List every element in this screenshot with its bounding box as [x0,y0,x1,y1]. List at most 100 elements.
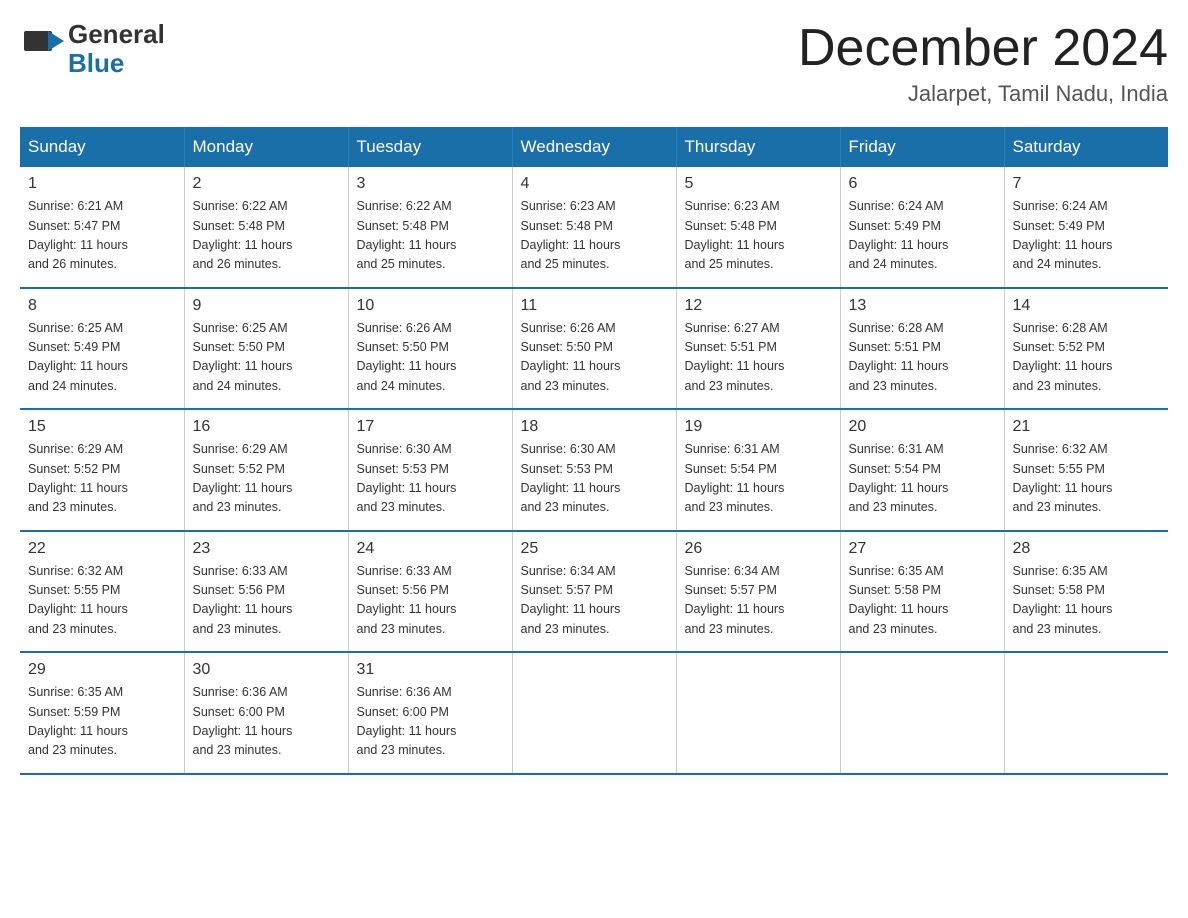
col-thursday: Thursday [676,127,840,167]
day-info: Sunrise: 6:32 AM Sunset: 5:55 PM Dayligh… [1013,440,1161,518]
col-monday: Monday [184,127,348,167]
calendar-cell-w5-d5 [676,652,840,774]
calendar-cell-w3-d2: 16 Sunrise: 6:29 AM Sunset: 5:52 PM Dayl… [184,409,348,531]
day-info: Sunrise: 6:36 AM Sunset: 6:00 PM Dayligh… [193,683,340,761]
calendar-cell-w3-d3: 17 Sunrise: 6:30 AM Sunset: 5:53 PM Dayl… [348,409,512,531]
day-info: Sunrise: 6:26 AM Sunset: 5:50 PM Dayligh… [357,319,504,397]
calendar-cell-w5-d1: 29 Sunrise: 6:35 AM Sunset: 5:59 PM Dayl… [20,652,184,774]
day-number: 4 [521,175,668,193]
title-section: December 2024 Jalarpet, Tamil Nadu, Indi… [798,20,1168,107]
calendar-cell-w2-d1: 8 Sunrise: 6:25 AM Sunset: 5:49 PM Dayli… [20,288,184,410]
day-number: 29 [28,661,176,679]
day-number: 27 [849,540,996,558]
month-title: December 2024 [798,20,1168,77]
calendar-cell-w1-d2: 2 Sunrise: 6:22 AM Sunset: 5:48 PM Dayli… [184,167,348,288]
day-info: Sunrise: 6:31 AM Sunset: 5:54 PM Dayligh… [685,440,832,518]
day-info: Sunrise: 6:34 AM Sunset: 5:57 PM Dayligh… [685,562,832,640]
day-number: 20 [849,418,996,436]
day-info: Sunrise: 6:25 AM Sunset: 5:50 PM Dayligh… [193,319,340,397]
calendar-cell-w3-d4: 18 Sunrise: 6:30 AM Sunset: 5:53 PM Dayl… [512,409,676,531]
calendar-cell-w2-d4: 11 Sunrise: 6:26 AM Sunset: 5:50 PM Dayl… [512,288,676,410]
day-info: Sunrise: 6:29 AM Sunset: 5:52 PM Dayligh… [193,440,340,518]
day-info: Sunrise: 6:22 AM Sunset: 5:48 PM Dayligh… [193,197,340,275]
day-info: Sunrise: 6:25 AM Sunset: 5:49 PM Dayligh… [28,319,176,397]
calendar-cell-w2-d6: 13 Sunrise: 6:28 AM Sunset: 5:51 PM Dayl… [840,288,1004,410]
day-info: Sunrise: 6:28 AM Sunset: 5:51 PM Dayligh… [849,319,996,397]
calendar-header-row: Sunday Monday Tuesday Wednesday Thursday… [20,127,1168,167]
day-number: 1 [28,175,176,193]
day-info: Sunrise: 6:30 AM Sunset: 5:53 PM Dayligh… [357,440,504,518]
calendar-week-1: 1 Sunrise: 6:21 AM Sunset: 5:47 PM Dayli… [20,167,1168,288]
calendar-cell-w4-d4: 25 Sunrise: 6:34 AM Sunset: 5:57 PM Dayl… [512,531,676,653]
day-info: Sunrise: 6:21 AM Sunset: 5:47 PM Dayligh… [28,197,176,275]
col-sunday: Sunday [20,127,184,167]
calendar-cell-w4-d5: 26 Sunrise: 6:34 AM Sunset: 5:57 PM Dayl… [676,531,840,653]
day-number: 28 [1013,540,1161,558]
location-subtitle: Jalarpet, Tamil Nadu, India [798,81,1168,107]
calendar-cell-w1-d4: 4 Sunrise: 6:23 AM Sunset: 5:48 PM Dayli… [512,167,676,288]
day-number: 11 [521,297,668,315]
day-info: Sunrise: 6:35 AM Sunset: 5:59 PM Dayligh… [28,683,176,761]
day-info: Sunrise: 6:36 AM Sunset: 6:00 PM Dayligh… [357,683,504,761]
calendar-cell-w1-d7: 7 Sunrise: 6:24 AM Sunset: 5:49 PM Dayli… [1004,167,1168,288]
calendar-cell-w1-d1: 1 Sunrise: 6:21 AM Sunset: 5:47 PM Dayli… [20,167,184,288]
calendar-cell-w5-d6 [840,652,1004,774]
day-number: 23 [193,540,340,558]
calendar-week-5: 29 Sunrise: 6:35 AM Sunset: 5:59 PM Dayl… [20,652,1168,774]
calendar-cell-w4-d2: 23 Sunrise: 6:33 AM Sunset: 5:56 PM Dayl… [184,531,348,653]
page-header: General Blue December 2024 Jalarpet, Tam… [20,20,1168,107]
day-number: 30 [193,661,340,679]
day-number: 24 [357,540,504,558]
calendar-week-2: 8 Sunrise: 6:25 AM Sunset: 5:49 PM Dayli… [20,288,1168,410]
day-info: Sunrise: 6:24 AM Sunset: 5:49 PM Dayligh… [849,197,996,275]
calendar-week-3: 15 Sunrise: 6:29 AM Sunset: 5:52 PM Dayl… [20,409,1168,531]
logo: General Blue [20,20,165,77]
calendar-cell-w3-d6: 20 Sunrise: 6:31 AM Sunset: 5:54 PM Dayl… [840,409,1004,531]
col-wednesday: Wednesday [512,127,676,167]
day-number: 21 [1013,418,1161,436]
day-number: 3 [357,175,504,193]
calendar-cell-w4-d3: 24 Sunrise: 6:33 AM Sunset: 5:56 PM Dayl… [348,531,512,653]
day-info: Sunrise: 6:35 AM Sunset: 5:58 PM Dayligh… [1013,562,1161,640]
day-number: 10 [357,297,504,315]
calendar-cell-w2-d7: 14 Sunrise: 6:28 AM Sunset: 5:52 PM Dayl… [1004,288,1168,410]
day-info: Sunrise: 6:35 AM Sunset: 5:58 PM Dayligh… [849,562,996,640]
calendar-cell-w2-d5: 12 Sunrise: 6:27 AM Sunset: 5:51 PM Dayl… [676,288,840,410]
day-number: 9 [193,297,340,315]
day-info: Sunrise: 6:23 AM Sunset: 5:48 PM Dayligh… [521,197,668,275]
day-info: Sunrise: 6:32 AM Sunset: 5:55 PM Dayligh… [28,562,176,640]
col-tuesday: Tuesday [348,127,512,167]
calendar-cell-w2-d2: 9 Sunrise: 6:25 AM Sunset: 5:50 PM Dayli… [184,288,348,410]
calendar-cell-w1-d5: 5 Sunrise: 6:23 AM Sunset: 5:48 PM Dayli… [676,167,840,288]
day-number: 31 [357,661,504,679]
calendar-cell-w4-d6: 27 Sunrise: 6:35 AM Sunset: 5:58 PM Dayl… [840,531,1004,653]
calendar-cell-w4-d7: 28 Sunrise: 6:35 AM Sunset: 5:58 PM Dayl… [1004,531,1168,653]
calendar-cell-w5-d4 [512,652,676,774]
day-info: Sunrise: 6:28 AM Sunset: 5:52 PM Dayligh… [1013,319,1161,397]
day-number: 26 [685,540,832,558]
calendar-week-4: 22 Sunrise: 6:32 AM Sunset: 5:55 PM Dayl… [20,531,1168,653]
logo-icon [20,25,68,73]
calendar-cell-w3-d1: 15 Sunrise: 6:29 AM Sunset: 5:52 PM Dayl… [20,409,184,531]
day-info: Sunrise: 6:33 AM Sunset: 5:56 PM Dayligh… [357,562,504,640]
logo-blue-text: Blue [68,49,165,78]
day-info: Sunrise: 6:33 AM Sunset: 5:56 PM Dayligh… [193,562,340,640]
day-number: 16 [193,418,340,436]
day-info: Sunrise: 6:24 AM Sunset: 5:49 PM Dayligh… [1013,197,1161,275]
calendar-cell-w4-d1: 22 Sunrise: 6:32 AM Sunset: 5:55 PM Dayl… [20,531,184,653]
day-info: Sunrise: 6:30 AM Sunset: 5:53 PM Dayligh… [521,440,668,518]
day-number: 6 [849,175,996,193]
day-number: 5 [685,175,832,193]
day-info: Sunrise: 6:22 AM Sunset: 5:48 PM Dayligh… [357,197,504,275]
calendar-table: Sunday Monday Tuesday Wednesday Thursday… [20,127,1168,775]
calendar-cell-w5-d3: 31 Sunrise: 6:36 AM Sunset: 6:00 PM Dayl… [348,652,512,774]
calendar-cell-w3-d5: 19 Sunrise: 6:31 AM Sunset: 5:54 PM Dayl… [676,409,840,531]
day-number: 17 [357,418,504,436]
day-number: 19 [685,418,832,436]
day-number: 18 [521,418,668,436]
day-info: Sunrise: 6:31 AM Sunset: 5:54 PM Dayligh… [849,440,996,518]
col-friday: Friday [840,127,1004,167]
day-number: 25 [521,540,668,558]
calendar-cell-w5-d2: 30 Sunrise: 6:36 AM Sunset: 6:00 PM Dayl… [184,652,348,774]
day-info: Sunrise: 6:26 AM Sunset: 5:50 PM Dayligh… [521,319,668,397]
